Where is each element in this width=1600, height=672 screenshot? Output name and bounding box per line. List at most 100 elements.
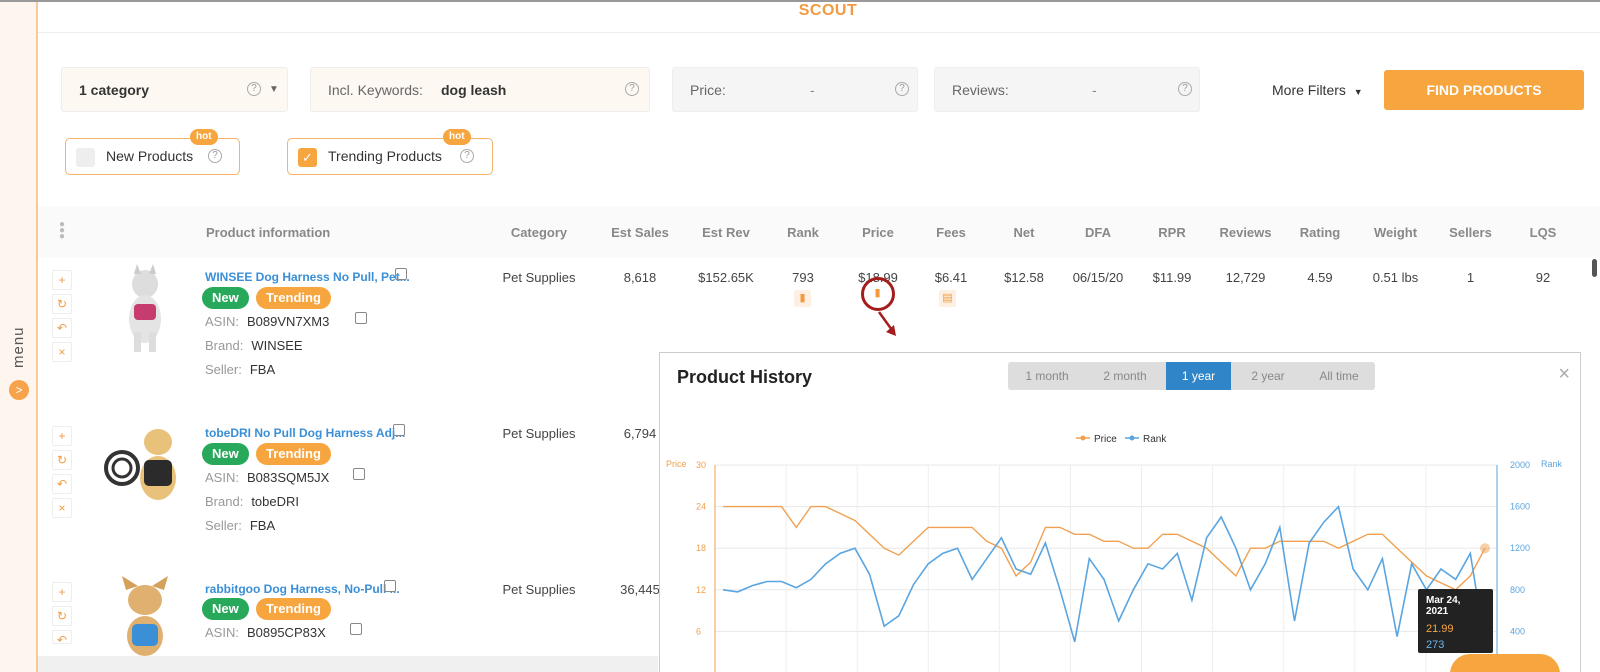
price-chart-icon[interactable]: ▮ — [869, 285, 886, 302]
trending-products-toggle[interactable]: ✓ Trending Products ? hot — [287, 129, 493, 175]
col-net[interactable]: Net — [989, 225, 1059, 240]
help-icon[interactable]: ? — [625, 82, 639, 96]
col-est-rev[interactable]: Est Rev — [686, 225, 766, 240]
y-left-tick-label: 30 — [696, 460, 706, 470]
arrow-annotation-icon — [877, 311, 896, 336]
new-products-label: New Products — [106, 148, 194, 164]
col-fees[interactable]: Fees — [916, 225, 986, 240]
product-thumbnail-husky[interactable] — [100, 264, 190, 354]
keywords-filter[interactable]: Incl. Keywords: dog leash ? — [310, 67, 650, 112]
col-rpr[interactable]: RPR — [1137, 225, 1207, 240]
help-chat-button[interactable] — [1450, 654, 1560, 672]
series-line-rank — [722, 504, 1486, 645]
col-weight[interactable]: Weight — [1358, 225, 1433, 240]
copy-icon[interactable] — [393, 424, 405, 436]
y-left-tick-label: 6 — [696, 626, 701, 636]
refresh-icon[interactable]: ↻ — [52, 606, 72, 626]
fees-cell: $6.41 — [934, 270, 968, 285]
category-cell: Pet Supplies — [502, 582, 576, 597]
product-title-link[interactable]: WINSEE Dog Harness No Pull, Pet... — [205, 270, 410, 284]
remove-icon[interactable]: × — [52, 342, 72, 362]
reviews-filter[interactable]: Reviews: - ? — [934, 67, 1200, 112]
legend-rank-label: Rank — [1143, 434, 1167, 445]
col-product-information[interactable]: Product information — [206, 225, 330, 240]
trending-badge: Trending — [256, 287, 331, 309]
help-icon[interactable]: ? — [208, 149, 222, 163]
product-thumbnail-lab[interactable] — [100, 420, 190, 510]
find-products-button[interactable]: FIND PRODUCTS — [1384, 70, 1584, 110]
horizontal-scrollbar[interactable] — [38, 656, 658, 672]
more-filters-dropdown[interactable]: More Filters ▼ — [1272, 82, 1363, 98]
price-label: Price: — [690, 82, 726, 98]
lqs-cell: 92 — [1535, 270, 1551, 285]
product-thumbnail-chihuahua[interactable] — [100, 576, 190, 656]
trending-badge: Trending — [256, 443, 331, 465]
col-sellers[interactable]: Sellers — [1433, 225, 1508, 240]
product-title-link[interactable]: rabbitgoo Dog Harness, No-Pull ... — [205, 582, 400, 596]
drag-handle-icon[interactable]: ● ● ● — [59, 220, 65, 242]
reviews-cell: 12,729 — [1225, 270, 1266, 285]
rank-chart-icon[interactable]: ▮ — [794, 290, 811, 307]
brand-row: Brand: WINSEE — [205, 338, 303, 353]
seller-label: Seller: — [205, 362, 242, 377]
chevron-down-icon[interactable]: ▼ — [269, 84, 279, 95]
copy-icon[interactable] — [395, 268, 407, 280]
divider — [38, 32, 1600, 33]
brand-value: tobeDRI — [251, 494, 300, 509]
chart-grid — [714, 464, 1498, 672]
menu-label[interactable]: menu — [10, 326, 27, 368]
asin-row: ASIN: B0895CP83X — [205, 625, 326, 640]
new-badge: New — [202, 287, 249, 309]
keywords-value[interactable]: dog leash — [441, 82, 506, 98]
brand-value: WINSEE — [251, 338, 303, 353]
remove-icon[interactable]: × — [52, 498, 72, 518]
app-frame: SCOUT menu > 1 category ? ▼ Incl. Keywor… — [0, 0, 1600, 672]
col-est-sales[interactable]: Est Sales — [600, 225, 680, 240]
fees-calculator-icon[interactable]: ▤ — [939, 290, 956, 307]
asin-value: B0895CP83X — [246, 625, 326, 640]
new-products-toggle[interactable]: New Products ? hot — [65, 129, 240, 175]
col-rank[interactable]: Rank — [768, 225, 838, 240]
product-title-link[interactable]: tobeDRI No Pull Dog Harness Adj... — [205, 426, 405, 440]
help-icon[interactable]: ? — [247, 82, 261, 96]
reviews-value[interactable]: - — [1092, 82, 1097, 98]
col-price[interactable]: Price — [843, 225, 913, 240]
chart-tooltip: Mar 24, 2021 21.99 273 — [1418, 589, 1493, 653]
copy-icon[interactable] — [384, 580, 396, 592]
copy-icon[interactable] — [353, 468, 365, 480]
col-rating[interactable]: Rating — [1285, 225, 1355, 240]
vertical-scrollbar[interactable] — [1592, 259, 1597, 277]
help-icon[interactable]: ? — [1178, 82, 1192, 96]
est-rev-cell: $152.65K — [698, 270, 754, 285]
col-category[interactable]: Category — [494, 225, 584, 240]
link-icon[interactable]: ↶ — [52, 474, 72, 494]
trending-products-checkbox[interactable]: ✓ — [298, 148, 317, 167]
add-icon[interactable]: + — [52, 426, 72, 446]
tooltip-rank: 273 — [1426, 639, 1445, 651]
price-filter[interactable]: Price: - ? — [672, 67, 918, 112]
help-icon[interactable]: ? — [895, 82, 909, 96]
col-dfa[interactable]: DFA — [1063, 225, 1133, 240]
link-icon[interactable]: ↶ — [52, 318, 72, 338]
help-icon[interactable]: ? — [460, 149, 474, 163]
refresh-icon[interactable]: ↻ — [52, 294, 72, 314]
add-icon[interactable]: + — [52, 270, 72, 290]
add-icon[interactable]: + — [52, 582, 72, 602]
asin-label: ASIN: — [205, 625, 239, 640]
category-filter[interactable]: 1 category ? ▼ — [61, 67, 288, 112]
chevron-right-icon[interactable]: > — [9, 380, 29, 400]
col-reviews[interactable]: Reviews — [1208, 225, 1283, 240]
y-left-tick-label: 12 — [696, 585, 706, 595]
copy-icon[interactable] — [355, 312, 367, 324]
new-products-checkbox[interactable] — [76, 148, 95, 167]
col-lqs[interactable]: LQS — [1508, 225, 1578, 240]
refresh-icon[interactable]: ↻ — [52, 450, 72, 470]
new-badge: New — [202, 443, 249, 465]
price-value[interactable]: - — [810, 82, 815, 98]
tooltip-price: 21.99 — [1426, 623, 1454, 635]
hot-badge: hot — [443, 129, 471, 145]
menu-sidebar[interactable]: menu > — [0, 2, 38, 672]
y-right-tick-label: 1600 — [1510, 502, 1530, 512]
link-icon[interactable]: ↶ — [52, 630, 72, 647]
copy-icon[interactable] — [350, 623, 362, 635]
